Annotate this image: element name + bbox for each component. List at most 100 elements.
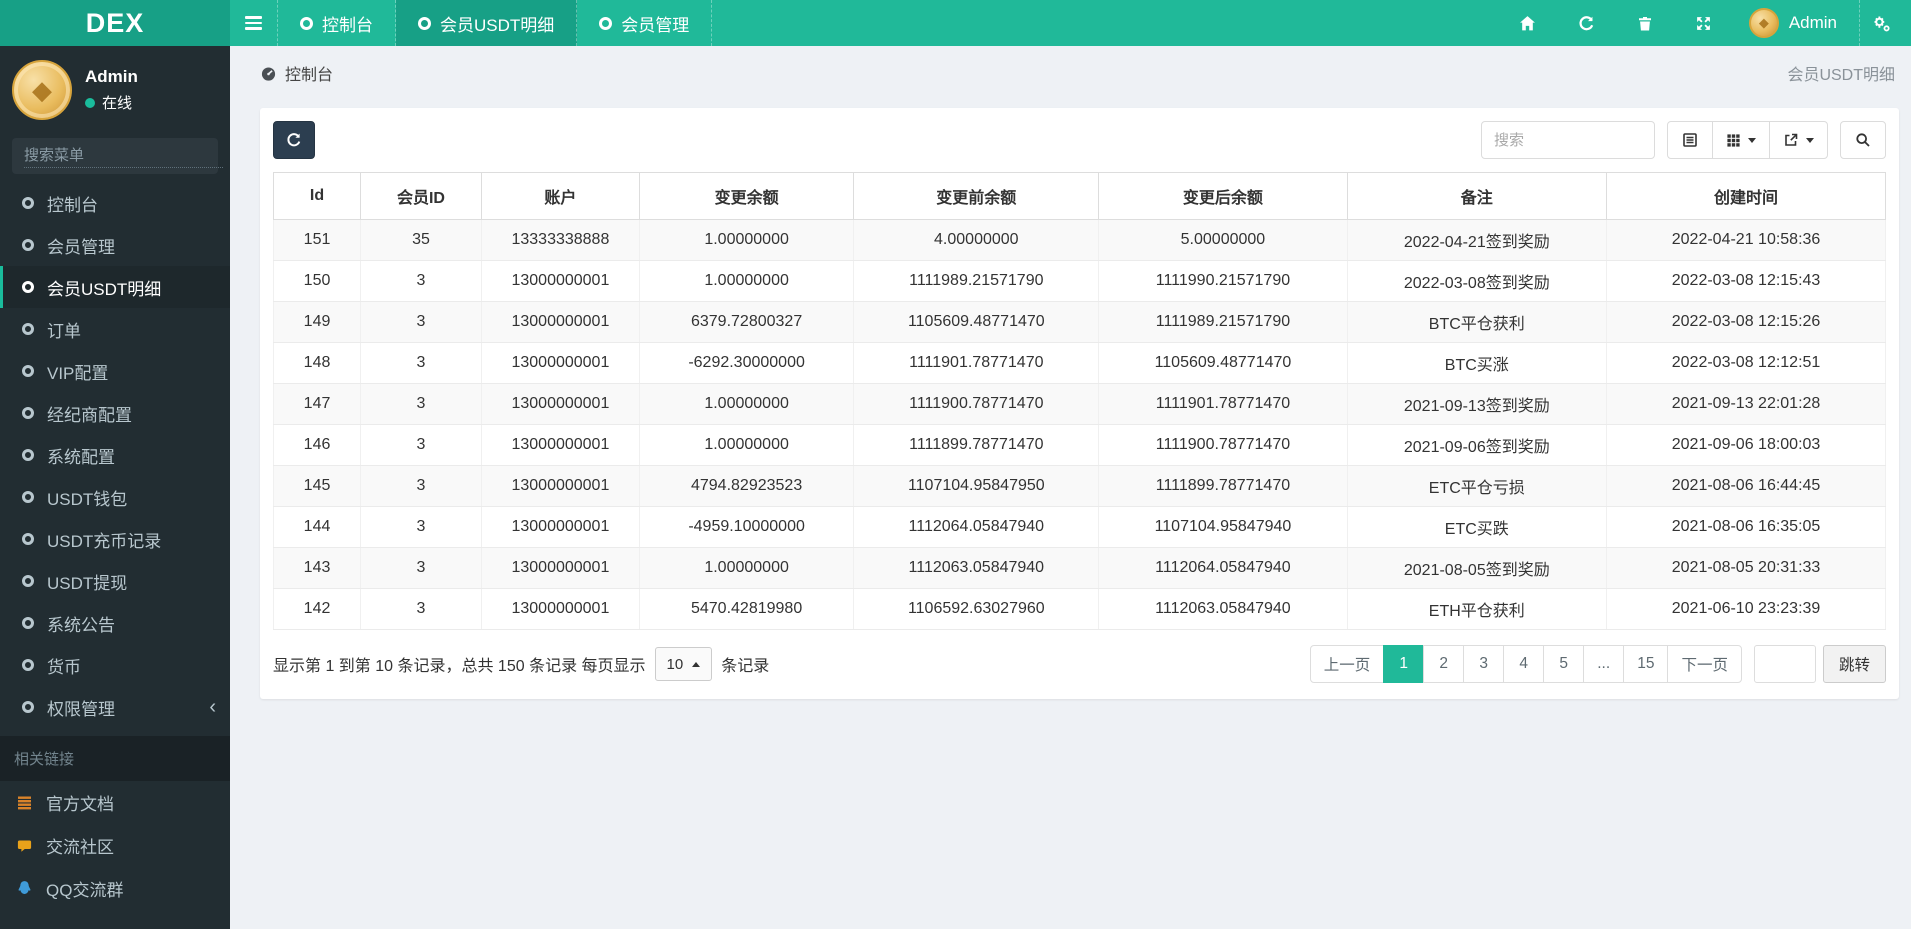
sidebar-item-4[interactable]: 订单 [0,308,230,350]
sidebar-menu: 控制台会员管理会员USDT明细 订单 VIP配置 经纪商配置 系统配置 USDT钱包 USD… [0,182,230,728]
navbar-actions: ◆ Admin [1498,0,1911,46]
user-menu[interactable]: ◆ Admin [1733,8,1853,38]
table-cell: 1111901.78771470 [853,342,1100,384]
column-header[interactable]: 账户 [480,172,640,220]
table-cell: 1107104.95847950 [853,465,1100,507]
column-header[interactable]: Id [272,172,362,220]
nav-tab-1[interactable]: 控制台 [278,0,396,46]
pagination: 上一页 1 2 3 4 5... 15 下一页 [1309,645,1742,683]
nav-tab-2[interactable]: 会员USDT明细 [396,0,578,46]
table-cell: 144 [272,506,362,548]
table-cell: 1111899.78771470 [853,424,1100,466]
table-cell: 1105609.48771470 [1098,342,1348,384]
table-row: 146 3 13000000001 1.00000000 1111899.7877147… [272,424,1886,466]
prev-page-button[interactable]: 上一页 [1309,645,1385,683]
sidebar-user-status[interactable]: 在线 [85,92,138,113]
export-button[interactable] [1769,121,1828,159]
brand-logo[interactable]: DEX [0,0,230,46]
sidebar-avatar[interactable]: ◆ [12,60,72,120]
hamburger-icon [245,16,262,19]
main-content: 控制台 会员USDT明细 搜索 Id 会员ID 账户 变更余额 变更前余额 变更… [230,46,1911,929]
sidebar-links: 官方文档交流社区 QQ交流群 [0,781,230,910]
sidebar-item-11[interactable]: 系统公告 [0,602,230,644]
circle-icon [22,197,34,209]
column-header[interactable]: 变更余额 [638,172,855,220]
sidebar-search-input[interactable] [24,144,223,168]
sidebar-item-1[interactable]: 控制台 [0,182,230,224]
column-header[interactable]: 创建时间 [1606,172,1886,220]
sidebar-item-12[interactable]: 货币 [0,644,230,686]
table-cell: ETC平仓亏损 [1346,465,1608,507]
refresh-table-button[interactable] [273,121,315,159]
circle-icon [22,449,34,461]
column-header[interactable]: 会员ID [360,172,482,220]
toggle-search-button[interactable] [1840,121,1886,159]
sidebar-toggle-button[interactable] [230,0,278,46]
avatar: ◆ [1748,8,1779,38]
sidebar-item-8[interactable]: USDT钱包 [0,476,230,518]
sidebar-item-2[interactable]: 会员管理 [0,224,230,266]
table-search-input[interactable] [1481,121,1655,159]
circle-icon [22,365,34,377]
table-row: 144 3 13000000001 -4959.10000000 1112064.058… [272,506,1886,548]
table-cell: 3 [360,506,482,548]
page-button-15[interactable]: 15 [1623,645,1669,683]
table-cell: 148 [272,342,362,384]
sidebar-link-1[interactable]: 官方文档 [0,781,230,824]
table-cell: 142 [272,588,362,630]
sidebar-item-5[interactable]: VIP配置 [0,350,230,392]
sidebar-item-13[interactable]: 权限管理 ‹ [0,686,230,728]
online-dot-icon [85,97,95,108]
export-icon [1785,133,1798,146]
table-cell: 1.00000000 [638,260,855,302]
table-cell: -6292.30000000 [638,342,855,384]
fullscreen-button[interactable] [1674,0,1733,46]
columns-button[interactable] [1712,121,1770,159]
table-row: 150 3 13000000001 1.00000000 1111989.2157179… [272,260,1886,302]
table-cell: 13000000001 [480,506,640,548]
table-cell: 3 [360,383,482,425]
page-button-1[interactable]: 1 [1383,645,1425,683]
column-header[interactable]: 备注 [1346,172,1608,220]
page-button-3[interactable]: 3 [1463,645,1505,683]
sidebar-item-6[interactable]: 经纪商配置 [0,392,230,434]
sidebar-link-3[interactable]: QQ交流群 [0,867,230,910]
page-button-4[interactable]: 4 [1503,645,1545,683]
sidebar-item-label: 系统公告 [47,615,115,635]
home-button[interactable] [1498,0,1557,46]
table-cell: BTC平仓获利 [1346,301,1608,343]
next-page-button[interactable]: 下一页 [1667,645,1742,683]
circle-icon [22,407,34,419]
jump-button[interactable]: 跳转 [1822,645,1886,683]
table-cell: 2022-04-21 10:58:36 [1606,219,1886,261]
sidebar-item-label: USDT充币记录 [47,531,162,551]
trash-button[interactable] [1616,0,1674,46]
page-size-select[interactable]: 10 [654,647,713,681]
settings-button[interactable] [1860,0,1903,46]
detail-view-button[interactable] [1667,121,1713,159]
page-ellipsis[interactable]: ... [1583,645,1625,683]
sidebar-link-label: 官方文档 [46,795,114,814]
sidebar-item-10[interactable]: USDT提现 [0,560,230,602]
table-cell: 1.00000000 [638,219,855,261]
sidebar-item-label: 会员管理 [47,237,115,257]
page-button-2[interactable]: 2 [1423,645,1465,683]
sidebar-item-3[interactable]: 会员USDT明细 [0,266,230,308]
table-cell: 1112063.05847940 [853,547,1100,589]
page-button-5[interactable]: 5 [1543,645,1585,683]
column-header[interactable]: 变更后余额 [1098,172,1348,220]
qq-icon [14,880,34,897]
jump-page-input[interactable] [1753,645,1816,683]
column-header[interactable]: 变更前余额 [853,172,1100,220]
sidebar-item-7[interactable]: 系统配置 [0,434,230,476]
breadcrumb[interactable]: 控制台 [260,61,333,85]
table-cell: 35 [360,219,482,261]
table-cell: 145 [272,465,362,507]
refresh-button[interactable] [1557,0,1616,46]
table-cell: 13000000001 [480,383,640,425]
nav-tab-3[interactable]: 会员管理 [577,0,713,46]
sidebar-link-2[interactable]: 交流社区 [0,824,230,867]
sidebar-item-9[interactable]: USDT充币记录 [0,518,230,560]
table-cell: 3 [360,424,482,466]
table-row: 143 3 13000000001 1.00000000 1112063.0584794… [272,547,1886,589]
